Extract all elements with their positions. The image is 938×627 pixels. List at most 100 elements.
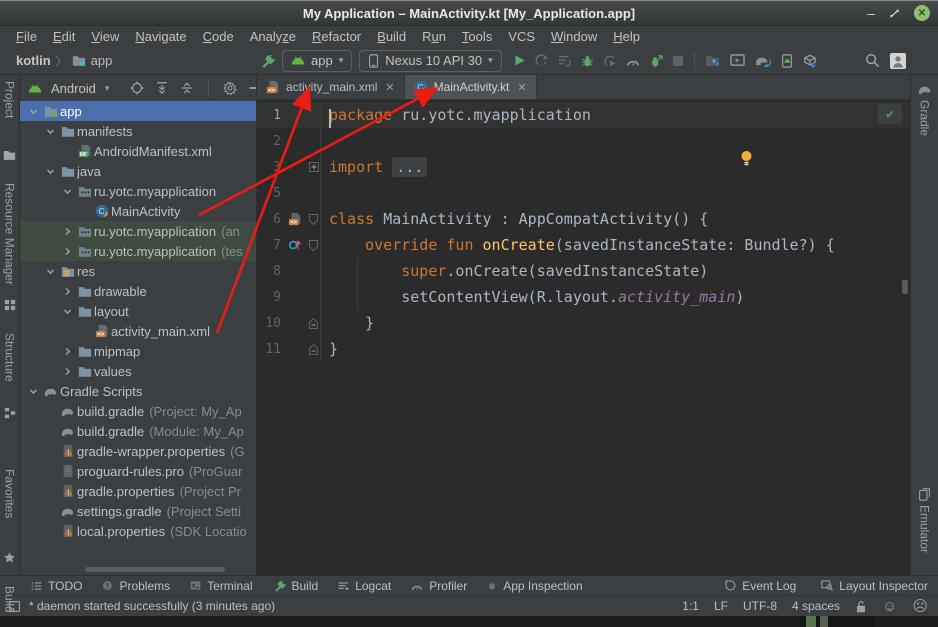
tool-window-button-event-log[interactable]: Event Log (724, 579, 796, 593)
chevron-down-icon[interactable] (60, 186, 75, 197)
caret-position[interactable]: 1:1 (682, 599, 699, 613)
menu-item-file[interactable]: File (8, 29, 45, 44)
editor-scrollbar-thumb[interactable] (902, 280, 908, 294)
indent-indicator[interactable]: 4 spaces (792, 599, 840, 613)
tool-window-button-build[interactable]: Build (272, 578, 319, 593)
tool-stripe-resource-manager[interactable]: Resource Manager (3, 183, 17, 311)
line-ending-indicator[interactable]: LF (714, 599, 728, 613)
code-line-8[interactable]: 8 super.onCreate(savedInstanceState) (257, 258, 910, 284)
chevron-down-icon[interactable] (43, 126, 58, 137)
profile-app-button[interactable] (603, 54, 617, 68)
chevron-down-icon[interactable] (43, 266, 58, 277)
tool-stripe-favorites[interactable]: Favorites (3, 469, 17, 564)
menu-item-window[interactable]: Window (543, 29, 605, 44)
tree-item-values[interactable]: values (20, 361, 256, 381)
tool-window-button-problems[interactable]: Problems (101, 579, 170, 593)
tree-item-ru-yotc-myapplication[interactable]: ru.yotc.myapplication(tes (20, 241, 256, 261)
tool-window-button-logcat[interactable]: Logcat (337, 579, 391, 593)
menu-item-vcs[interactable]: VCS (500, 29, 543, 44)
menu-item-refactor[interactable]: Refactor (304, 29, 369, 44)
breadcrumb-project[interactable]: kotlin (16, 53, 51, 68)
tool-window-button-layout-inspector[interactable]: Layout Inspector (820, 579, 928, 593)
code-line-11[interactable]: 11} (257, 336, 910, 362)
tree-item-app[interactable]: app (20, 101, 256, 121)
profile-avatar-button[interactable] (890, 53, 906, 69)
avd-monitor-button[interactable] (730, 54, 745, 67)
tree-item-ru-yotc-myapplication[interactable]: ru.yotc.myapplication(an (20, 221, 256, 241)
code-line-10[interactable]: 10 } (257, 310, 910, 336)
menu-item-code[interactable]: Code (195, 29, 242, 44)
restore-button[interactable] (889, 8, 900, 19)
tree-item-build-gradle[interactable]: build.gradle(Module: My_Ap (20, 421, 256, 441)
close-tab-icon[interactable]: ✕ (385, 81, 394, 94)
chevron-down-icon[interactable] (43, 166, 58, 177)
code-line-5[interactable]: 5 (257, 180, 910, 206)
tool-window-button-todo[interactable]: TODO (30, 579, 82, 593)
project-view-select[interactable]: Android (51, 81, 96, 96)
tool-windows-toggle-icon[interactable] (8, 600, 21, 613)
code-editor[interactable]: 1package ru.yotc.myapplication23import .… (257, 100, 910, 575)
tree-item-activity-main-xml[interactable]: <>activity_main.xml (20, 321, 256, 341)
readonly-lock-icon[interactable] (855, 600, 867, 613)
editor-tab-mainactivity-kt[interactable]: CMainActivity.kt✕ (405, 75, 537, 99)
menu-item-run[interactable]: Run (414, 29, 454, 44)
code-line-9[interactable]: 9 setContentView(R.layout.activity_main) (257, 284, 910, 310)
run-button[interactable] (513, 54, 526, 67)
inspection-status-badge[interactable]: ✔ (878, 104, 902, 124)
locate-file-button[interactable] (130, 81, 144, 95)
collapse-all-button[interactable] (180, 81, 194, 95)
chevron-right-icon[interactable] (60, 246, 75, 257)
code-line-1[interactable]: 1package ru.yotc.myapplication (257, 102, 910, 128)
intention-bulb-icon[interactable] (740, 150, 753, 166)
close-button[interactable]: ✕ (914, 5, 930, 21)
menu-item-navigate[interactable]: Navigate (127, 29, 194, 44)
menu-item-analyze[interactable]: Analyze (242, 29, 304, 44)
tool-stripe-project[interactable]: Project (3, 81, 17, 161)
tree-item-gradle-scripts[interactable]: Gradle Scripts (20, 381, 256, 401)
menu-item-build[interactable]: Build (369, 29, 414, 44)
tree-item-manifests[interactable]: manifests (20, 121, 256, 141)
tree-item-ru-yotc-myapplication[interactable]: ru.yotc.myapplication (20, 181, 256, 201)
code-line-3[interactable]: 3import ... (257, 154, 910, 180)
tree-item-mainactivity[interactable]: CMainActivity (20, 201, 256, 221)
profiler-gauge-button[interactable] (626, 55, 640, 67)
tool-window-button-terminal[interactable]: Terminal (189, 579, 252, 593)
gradle-sync-button[interactable] (755, 54, 771, 67)
attach-debugger-button[interactable] (649, 54, 663, 68)
tool-stripe-emulator[interactable]: Emulator (918, 488, 932, 553)
code-line-7[interactable]: 7 override fun onCreate(savedInstanceSta… (257, 232, 910, 258)
tree-item-gradle-wrapper-properties[interactable]: gradle-wrapper.properties(G (20, 441, 256, 461)
chevron-right-icon[interactable] (60, 366, 75, 377)
chevron-down-icon[interactable] (26, 106, 41, 117)
device-file-explorer-button[interactable] (705, 54, 720, 67)
chevron-down-icon[interactable] (26, 386, 41, 397)
menu-item-tools[interactable]: Tools (454, 29, 500, 44)
tool-window-button-profiler[interactable]: Profiler (410, 579, 467, 593)
tree-item-local-properties[interactable]: local.properties(SDK Locatio (20, 521, 256, 541)
tree-item-layout[interactable]: layout (20, 301, 256, 321)
happy-face-icon[interactable]: ☺ (882, 598, 897, 615)
editor-tab-activity-main-xml[interactable]: <>activity_main.xml✕ (257, 75, 405, 99)
minimize-button[interactable]: – (867, 8, 875, 18)
run-configuration-select[interactable]: app ▾ (282, 50, 352, 72)
tree-item-java[interactable]: java (20, 161, 256, 181)
tree-item-drawable[interactable]: drawable (20, 281, 256, 301)
sad-face-icon[interactable]: ☹ (912, 597, 928, 615)
make-project-button[interactable] (260, 53, 275, 68)
close-tab-icon[interactable]: ✕ (517, 81, 526, 94)
stop-button[interactable] (672, 55, 684, 67)
apply-changes-button[interactable] (558, 54, 572, 67)
tree-item-proguard-rules-pro[interactable]: proguard-rules.pro(ProGuar (20, 461, 256, 481)
chevron-right-icon[interactable] (60, 226, 75, 237)
expand-all-button[interactable] (155, 81, 169, 95)
restart-activity-button[interactable]: A (535, 54, 549, 68)
code-line-2[interactable]: 2 (257, 128, 910, 154)
tree-item-res[interactable]: res (20, 261, 256, 281)
code-line-6[interactable]: 6<>class MainActivity : AppCompatActivit… (257, 206, 910, 232)
tool-window-button-app-inspection[interactable]: App Inspection (486, 579, 582, 593)
tool-stripe-structure[interactable]: Structure (3, 333, 17, 419)
menu-item-edit[interactable]: Edit (45, 29, 83, 44)
chevron-down-icon[interactable] (60, 306, 75, 317)
breadcrumb-module[interactable]: app (91, 53, 113, 68)
debug-button[interactable] (581, 54, 594, 68)
